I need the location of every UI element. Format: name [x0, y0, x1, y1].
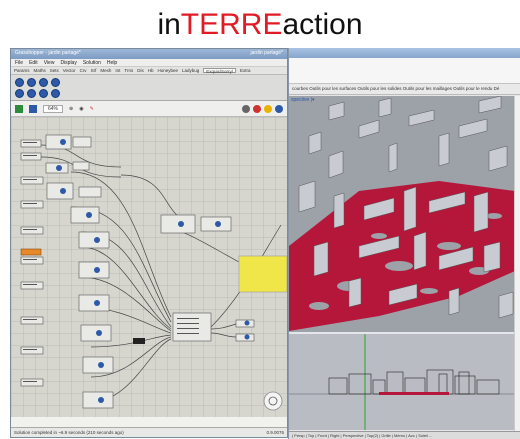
building-elevations	[328, 369, 500, 395]
tab-dis[interactable]: Dis	[137, 68, 144, 73]
number-slider[interactable]	[20, 346, 44, 355]
grasshopper-canvas[interactable]	[11, 117, 287, 417]
menu-edit[interactable]: Edit	[29, 60, 38, 66]
tab-srf[interactable]: Srf	[91, 68, 97, 73]
gh-component[interactable]	[72, 161, 90, 171]
component-icon-grid	[15, 77, 61, 98]
number-slider[interactable]	[20, 226, 44, 235]
tab-vector[interactable]: Vector	[63, 68, 76, 73]
title-highlight: TERRE	[180, 8, 283, 41]
zoom-level[interactable]: 64%	[43, 104, 64, 113]
tab-maths[interactable]: Maths	[34, 68, 46, 73]
definition-graph	[20, 134, 287, 411]
component-icon[interactable]	[15, 88, 24, 98]
gh-component[interactable]	[78, 186, 102, 198]
save-file-icon[interactable]	[29, 104, 37, 113]
preview-icon[interactable]: ◉	[79, 106, 83, 112]
grasshopper-titlebar: Grasshopper - jardin partagé* jardin par…	[11, 49, 287, 59]
tab-sets[interactable]: Sets	[50, 68, 59, 73]
yellow-panel[interactable]	[238, 255, 287, 293]
grasshopper-window: Grasshopper - jardin partagé* jardin par…	[10, 48, 288, 438]
tab-hb[interactable]: Hb	[148, 68, 154, 73]
grasshopper-doc-name: jardin partagé*	[250, 50, 283, 56]
menu-help[interactable]: Help	[107, 60, 117, 66]
page-title: inTERREaction	[0, 8, 520, 42]
canvas-nav-widget[interactable]	[263, 391, 283, 411]
component-palette	[11, 75, 287, 101]
rhino-toolbar-tabs[interactable]: courbes Outils pour les surfaces Outils …	[289, 84, 520, 95]
front-scene	[289, 334, 515, 430]
highlighted-slider[interactable]	[20, 248, 42, 256]
tab-int[interactable]: Int	[115, 68, 120, 73]
preview-selected-icon[interactable]	[275, 104, 283, 113]
gh-component[interactable]	[72, 136, 92, 148]
preview-shaded-icon[interactable]	[253, 104, 261, 113]
rhino-titlebar	[289, 48, 520, 58]
tab-crv[interactable]: Crv	[80, 68, 87, 73]
preview-wire-icon[interactable]	[264, 104, 272, 113]
component-icon[interactable]	[15, 77, 24, 87]
perspective-scene	[289, 96, 515, 332]
grasshopper-window-title: Grasshopper - jardin partagé*	[15, 50, 81, 56]
number-slider[interactable]	[20, 316, 44, 325]
status-text: Solution completed in ~6.9 seconds (210 …	[14, 430, 124, 435]
status-bar: Solution completed in ~6.9 seconds (210 …	[11, 427, 287, 437]
preview-off-icon[interactable]	[242, 104, 250, 113]
tab-ladybug[interactable]: Ladybug	[182, 68, 199, 73]
tab-honeybee[interactable]: Honeybee	[157, 68, 178, 73]
tab-trns[interactable]: Trns	[124, 68, 133, 73]
tab-params[interactable]: Params	[14, 68, 30, 73]
paint-icon[interactable]: ✎	[90, 106, 94, 112]
relay-node[interactable]	[133, 338, 145, 344]
menu-view[interactable]: View	[44, 60, 55, 66]
perspective-viewport[interactable]: spective |▾	[289, 96, 515, 332]
command-area[interactable]	[289, 58, 520, 84]
number-slider[interactable]	[20, 256, 44, 265]
component-icon[interactable]	[39, 88, 48, 98]
number-slider[interactable]	[20, 378, 44, 387]
component-icon[interactable]	[51, 88, 60, 98]
number-slider[interactable]	[20, 139, 42, 148]
components	[20, 134, 255, 409]
front-viewport[interactable]	[289, 334, 515, 430]
component-icon[interactable]	[27, 77, 36, 87]
properties-panel[interactable]	[514, 96, 520, 432]
component-icon[interactable]	[51, 77, 60, 87]
rhino-window: courbes Outils pour les surfaces Outils …	[288, 48, 520, 439]
number-slider[interactable]	[20, 176, 44, 185]
document-bar: 64% ⊕ ◉ ✎	[11, 101, 287, 117]
number-slider[interactable]	[20, 200, 44, 209]
title-prefix: in	[157, 8, 181, 41]
open-file-icon[interactable]	[15, 104, 23, 113]
number-slider[interactable]	[20, 152, 42, 161]
title-suffix: action	[282, 8, 363, 41]
viewport-label[interactable]: spective |▾	[291, 97, 315, 103]
number-slider[interactable]	[20, 281, 44, 290]
component-tabs: Params Maths Sets Vector Crv Srf Mesh In…	[11, 67, 287, 75]
component-icon[interactable]	[27, 88, 36, 98]
tab-exquis[interactable]: Exquis/Sorry/	[203, 68, 237, 74]
component-icon[interactable]	[39, 77, 48, 87]
gh-component[interactable]	[45, 134, 72, 150]
zoom-fit-icon[interactable]: ⊕	[69, 106, 73, 112]
menu-file[interactable]: File	[15, 60, 23, 66]
display-toggles	[242, 104, 283, 113]
viewport-tabs[interactable]: | Persp | Top | Front | Right | Perspect…	[289, 431, 520, 439]
version-text: 0.9.0076	[266, 430, 284, 435]
tab-extra[interactable]: Extra	[240, 68, 251, 73]
menu-solution[interactable]: Solution	[83, 60, 101, 66]
menu-display[interactable]: Display	[60, 60, 76, 66]
terrain-section	[379, 392, 449, 395]
gh-component[interactable]	[70, 206, 100, 224]
grasshopper-menubar: File Edit View Display Solution Help	[11, 59, 287, 67]
tab-mesh[interactable]: Mesh	[100, 68, 111, 73]
main-component[interactable]	[172, 312, 212, 342]
